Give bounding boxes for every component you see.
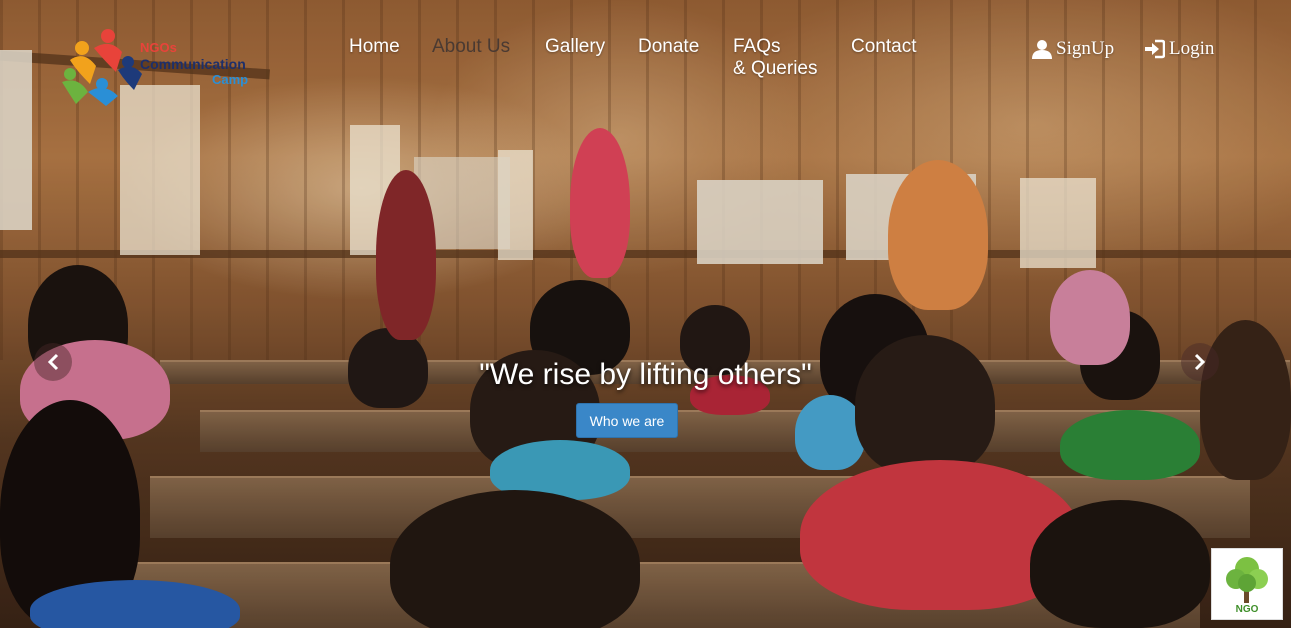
hero-carousel: NGOs Communication Camp Home About Us Ga… [0, 0, 1291, 628]
nav-contact[interactable]: Contact [851, 36, 916, 58]
login-icon [1145, 39, 1165, 59]
carousel-caption: "We rise by lifting others" [479, 358, 812, 391]
signup-link[interactable]: SignUp [1032, 38, 1114, 60]
site-logo[interactable]: NGOs Communication Camp [62, 26, 262, 106]
nav-faqs-line1: FAQs [733, 36, 781, 57]
nav-donate[interactable]: Donate [638, 36, 699, 58]
logo-text-communication: Communication [140, 56, 246, 72]
nav-home[interactable]: Home [349, 36, 400, 58]
login-link[interactable]: Login [1143, 38, 1214, 60]
who-we-are-button[interactable]: Who we are [576, 403, 678, 438]
signup-label: SignUp [1056, 38, 1115, 59]
nav-faqs[interactable]: FAQs & Queries [733, 36, 817, 80]
ngo-badge[interactable]: NGO [1211, 548, 1283, 620]
user-icon [1032, 40, 1052, 59]
logo-text-camp: Camp [212, 72, 249, 87]
nav-about-us[interactable]: About Us [432, 36, 510, 58]
ngo-badge-text: NGO [1235, 604, 1259, 615]
logo-text-ngos: NGOs [140, 40, 177, 55]
login-label: Login [1169, 38, 1215, 59]
nav-gallery[interactable]: Gallery [545, 36, 605, 58]
nav-faqs-line2: & Queries [733, 58, 818, 79]
